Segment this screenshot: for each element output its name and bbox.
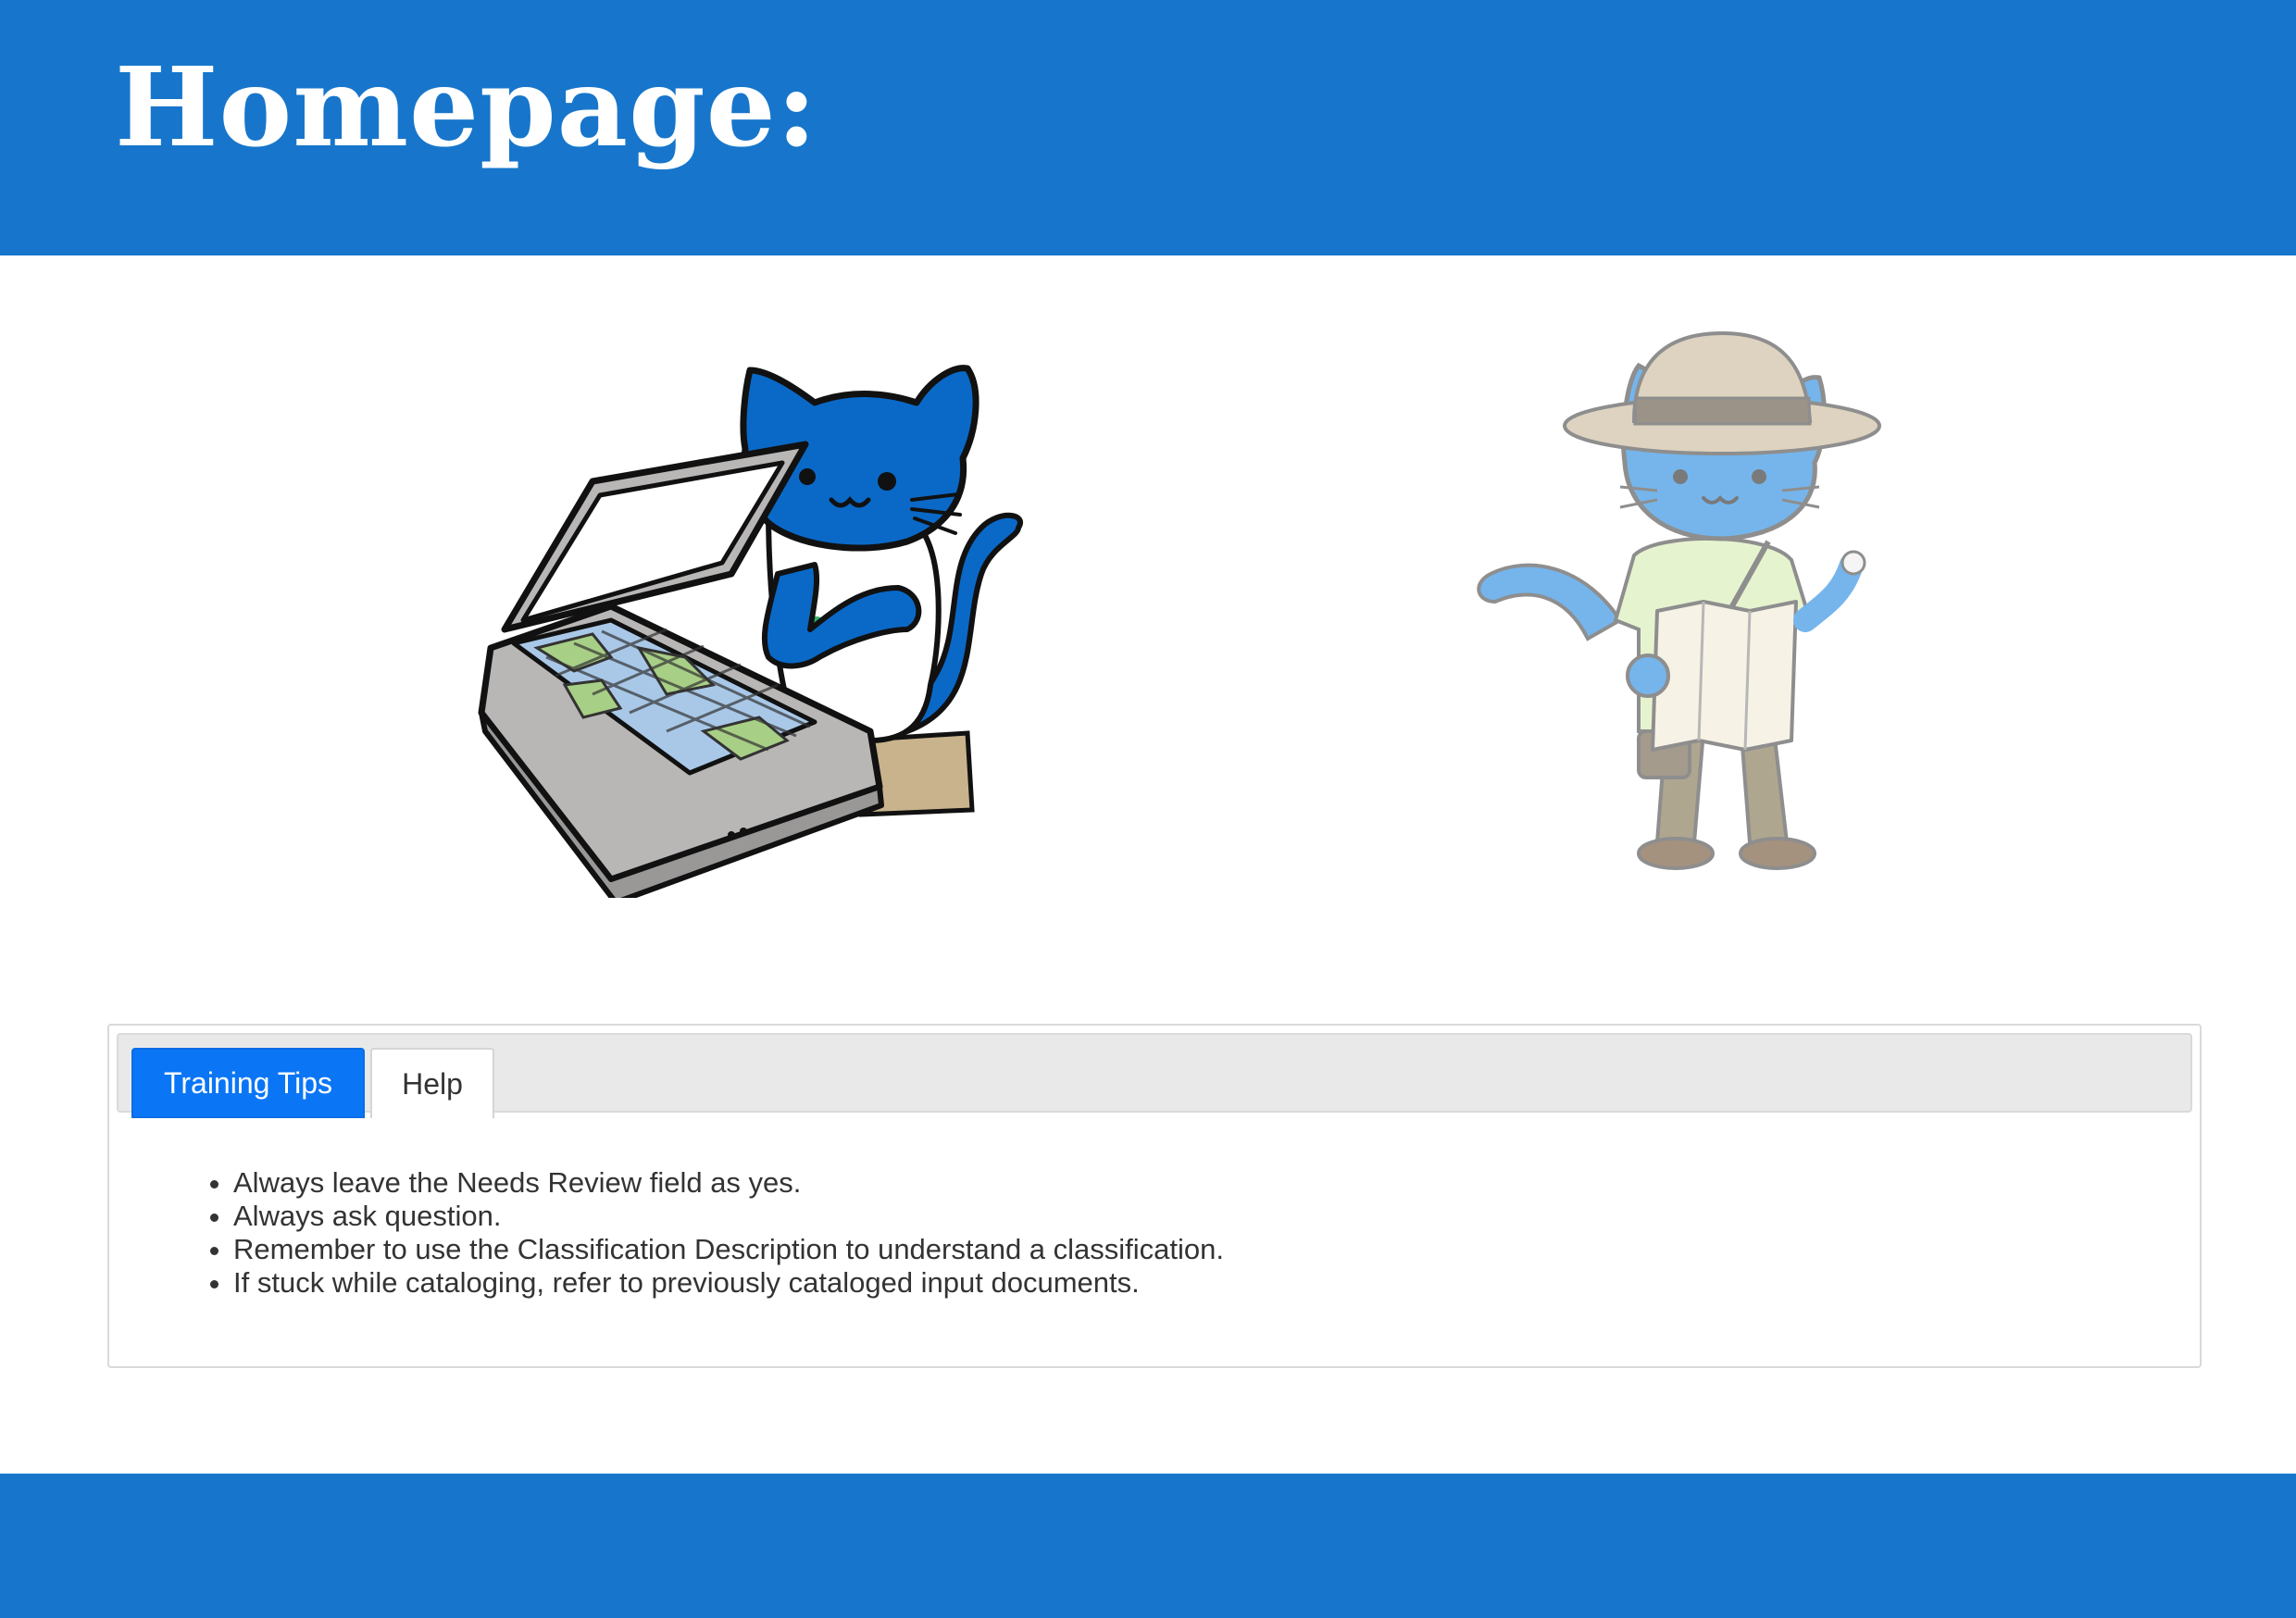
footer-banner bbox=[0, 1474, 2296, 1618]
list-item: Always leave the Needs Review field as y… bbox=[233, 1166, 1224, 1200]
header-banner: Homepage: bbox=[0, 0, 2296, 255]
cat-scanning-map-illustration bbox=[478, 365, 1023, 898]
list-item: Remember to use the Classification Descr… bbox=[233, 1233, 1224, 1266]
list-item: Always ask question. bbox=[233, 1200, 1224, 1233]
list-item: If stuck while cataloging, refer to prev… bbox=[233, 1266, 1224, 1300]
tab-training-tips[interactable]: Training Tips bbox=[131, 1048, 365, 1118]
cat-explorer-with-map-illustration bbox=[1477, 330, 1881, 870]
info-panel: Training Tips Help Always leave the Need… bbox=[107, 1024, 2202, 1368]
tab-help[interactable]: Help bbox=[370, 1048, 494, 1118]
training-tips-list: Always leave the Needs Review field as y… bbox=[196, 1166, 1224, 1300]
page-title: Homepage: bbox=[115, 43, 818, 171]
tab-bar: Training Tips Help bbox=[117, 1033, 2192, 1118]
